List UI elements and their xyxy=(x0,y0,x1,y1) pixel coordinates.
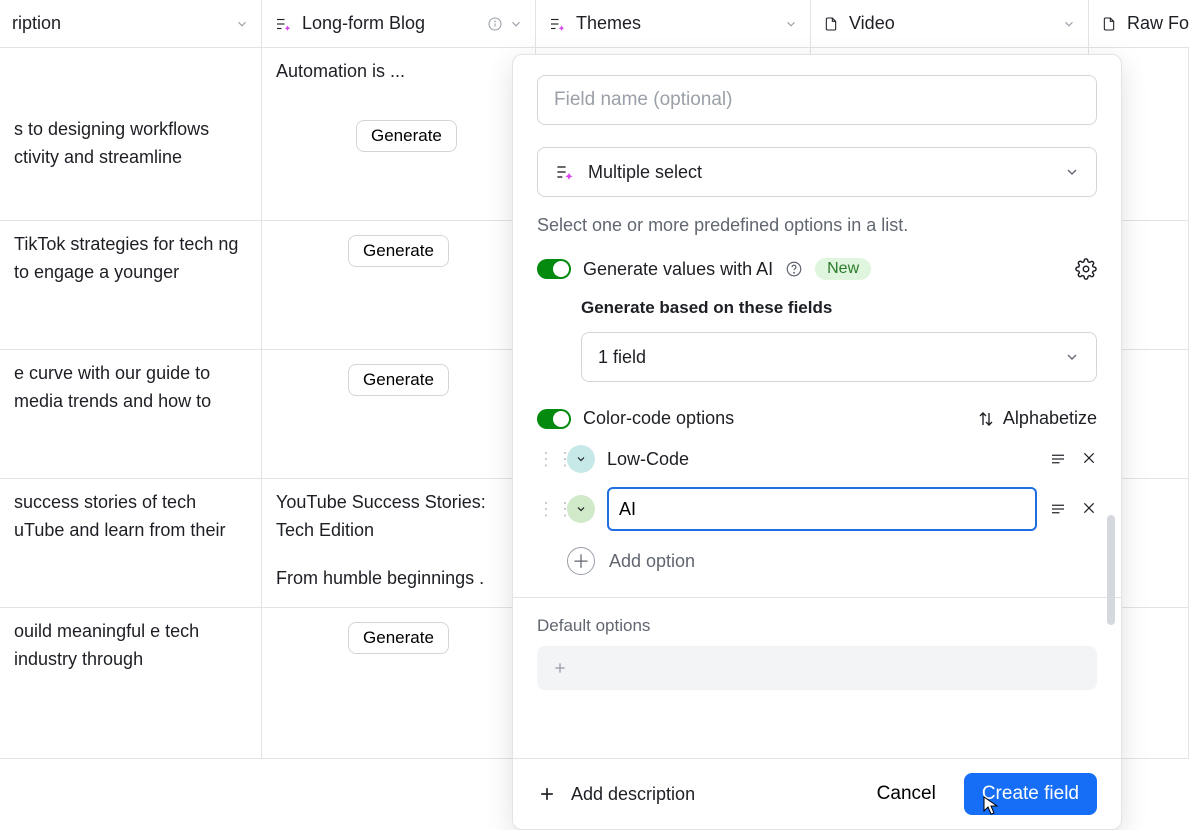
cell-text: ouild meaningful e tech industry through xyxy=(14,618,247,674)
options-list: ⋮⋮ Low-Code ⋮⋮ xyxy=(537,445,1097,531)
column-header-longform-blog[interactable]: Long-form Blog xyxy=(262,0,536,47)
new-badge: New xyxy=(815,258,871,280)
sparkle-icon xyxy=(274,15,292,33)
ai-generate-toggle[interactable] xyxy=(537,259,571,279)
cancel-button[interactable]: Cancel xyxy=(877,783,936,805)
chevron-down-icon[interactable] xyxy=(784,17,798,31)
field-type-select[interactable]: Multiple select xyxy=(537,147,1097,197)
cell-description[interactable]: success stories of tech uTube and learn … xyxy=(0,479,262,607)
cell-description[interactable]: ouild meaningful e tech industry through xyxy=(0,608,262,758)
based-on-fields-select[interactable]: 1 field xyxy=(581,332,1097,382)
generate-button[interactable]: Generate xyxy=(356,120,457,152)
cell-blog[interactable]: Generate xyxy=(262,350,536,478)
add-description-label: Add description xyxy=(571,784,695,805)
plus-icon xyxy=(537,784,557,804)
add-option-button[interactable]: ＋ Add option xyxy=(537,547,1097,575)
plus-circle-icon: ＋ xyxy=(567,547,595,575)
option-name-input[interactable] xyxy=(607,487,1037,531)
document-icon xyxy=(823,15,839,33)
default-options-label: Default options xyxy=(537,616,1097,636)
color-code-toggle[interactable] xyxy=(537,409,571,429)
chevron-down-icon xyxy=(1064,349,1080,365)
sparkle-icon xyxy=(548,15,566,33)
cell-blog[interactable]: Generate xyxy=(262,221,536,349)
add-description-button[interactable]: Add description xyxy=(537,784,695,805)
field-type-label: Multiple select xyxy=(588,162,702,183)
column-label: Raw Fo xyxy=(1127,13,1189,34)
column-header-themes[interactable]: Themes xyxy=(536,0,811,47)
generate-button[interactable]: Generate xyxy=(348,364,449,396)
fields-selected-value: 1 field xyxy=(598,347,646,368)
popover-footer: Add description Cancel Create field xyxy=(513,758,1121,829)
cell-text: s to designing workflows ctivity and str… xyxy=(14,116,247,172)
option-row: ⋮⋮ Low-Code xyxy=(537,445,1097,473)
popover-body: Multiple select Select one or more prede… xyxy=(513,55,1121,758)
column-label: Long-form Blog xyxy=(302,13,425,34)
divider xyxy=(513,597,1121,598)
field-name-input[interactable] xyxy=(537,75,1097,125)
color-code-label: Color-code options xyxy=(583,408,734,429)
alphabetize-label: Alphabetize xyxy=(1003,408,1097,429)
chevron-down-icon[interactable] xyxy=(509,17,523,31)
cell-text: From humble beginnings . xyxy=(276,565,484,593)
cell-text: TikTok strategies for tech ng to engage … xyxy=(14,231,247,287)
option-color-chip[interactable] xyxy=(567,495,595,523)
cell-blog[interactable]: Generate xyxy=(262,608,536,758)
helper-text: Select one or more predefined options in… xyxy=(537,215,1097,236)
column-label: ription xyxy=(12,13,61,34)
help-icon[interactable] xyxy=(785,260,803,278)
drag-handle-icon[interactable]: ⋮⋮ xyxy=(537,449,555,470)
cell-description[interactable]: e curve with our guide to media trends a… xyxy=(0,350,262,478)
chevron-down-icon[interactable] xyxy=(1062,17,1076,31)
ai-toggle-label: Generate values with AI xyxy=(583,259,773,280)
info-icon[interactable] xyxy=(487,16,503,32)
option-color-chip[interactable] xyxy=(567,445,595,473)
document-icon xyxy=(1101,15,1117,33)
chevron-down-icon[interactable] xyxy=(235,17,249,31)
create-field-button[interactable]: Create field xyxy=(964,773,1097,815)
cell-description[interactable]: TikTok strategies for tech ng to engage … xyxy=(0,221,262,349)
cell-description[interactable]: s to designing workflows ctivity and str… xyxy=(0,48,262,220)
option-row: ⋮⋮ xyxy=(537,487,1097,531)
generate-button[interactable]: Generate xyxy=(348,622,449,654)
chevron-down-icon xyxy=(1064,164,1080,180)
remove-option-icon[interactable] xyxy=(1081,500,1097,518)
column-label: Video xyxy=(849,13,895,34)
generate-button[interactable]: Generate xyxy=(348,235,449,267)
plus-icon xyxy=(547,655,573,681)
cell-blog[interactable]: YouTube Success Stories: Tech Edition Fr… xyxy=(262,479,536,607)
create-field-popover: Multiple select Select one or more prede… xyxy=(512,54,1122,830)
based-on-label: Generate based on these fields xyxy=(581,298,1097,318)
chevron-down-icon xyxy=(575,453,587,465)
cell-text: e curve with our guide to media trends a… xyxy=(14,360,247,416)
option-label[interactable]: Low-Code xyxy=(607,449,1037,470)
add-option-label: Add option xyxy=(609,551,695,572)
expand-option-icon[interactable] xyxy=(1049,500,1067,518)
expand-option-icon[interactable] xyxy=(1049,450,1067,468)
chevron-down-icon xyxy=(575,503,587,515)
remove-option-icon[interactable] xyxy=(1081,450,1097,468)
cell-text: YouTube Success Stories: Tech Edition xyxy=(276,489,521,545)
multiselect-icon xyxy=(554,162,574,182)
sort-icon xyxy=(977,410,995,428)
drag-handle-icon[interactable]: ⋮⋮ xyxy=(537,499,555,520)
column-header-description[interactable]: ription xyxy=(0,0,262,47)
cell-blog[interactable]: Automation is ... Generate xyxy=(262,48,536,220)
grid-header-row: ription Long-form Blog xyxy=(0,0,1189,48)
column-label: Themes xyxy=(576,13,641,34)
gear-icon[interactable] xyxy=(1075,258,1097,280)
column-header-raw[interactable]: Raw Fo xyxy=(1089,0,1189,47)
default-options-input[interactable] xyxy=(537,646,1097,690)
column-header-video[interactable]: Video xyxy=(811,0,1089,47)
cell-text: success stories of tech uTube and learn … xyxy=(14,489,247,545)
alphabetize-button[interactable]: Alphabetize xyxy=(977,408,1097,429)
cell-text: Automation is ... xyxy=(276,58,405,86)
